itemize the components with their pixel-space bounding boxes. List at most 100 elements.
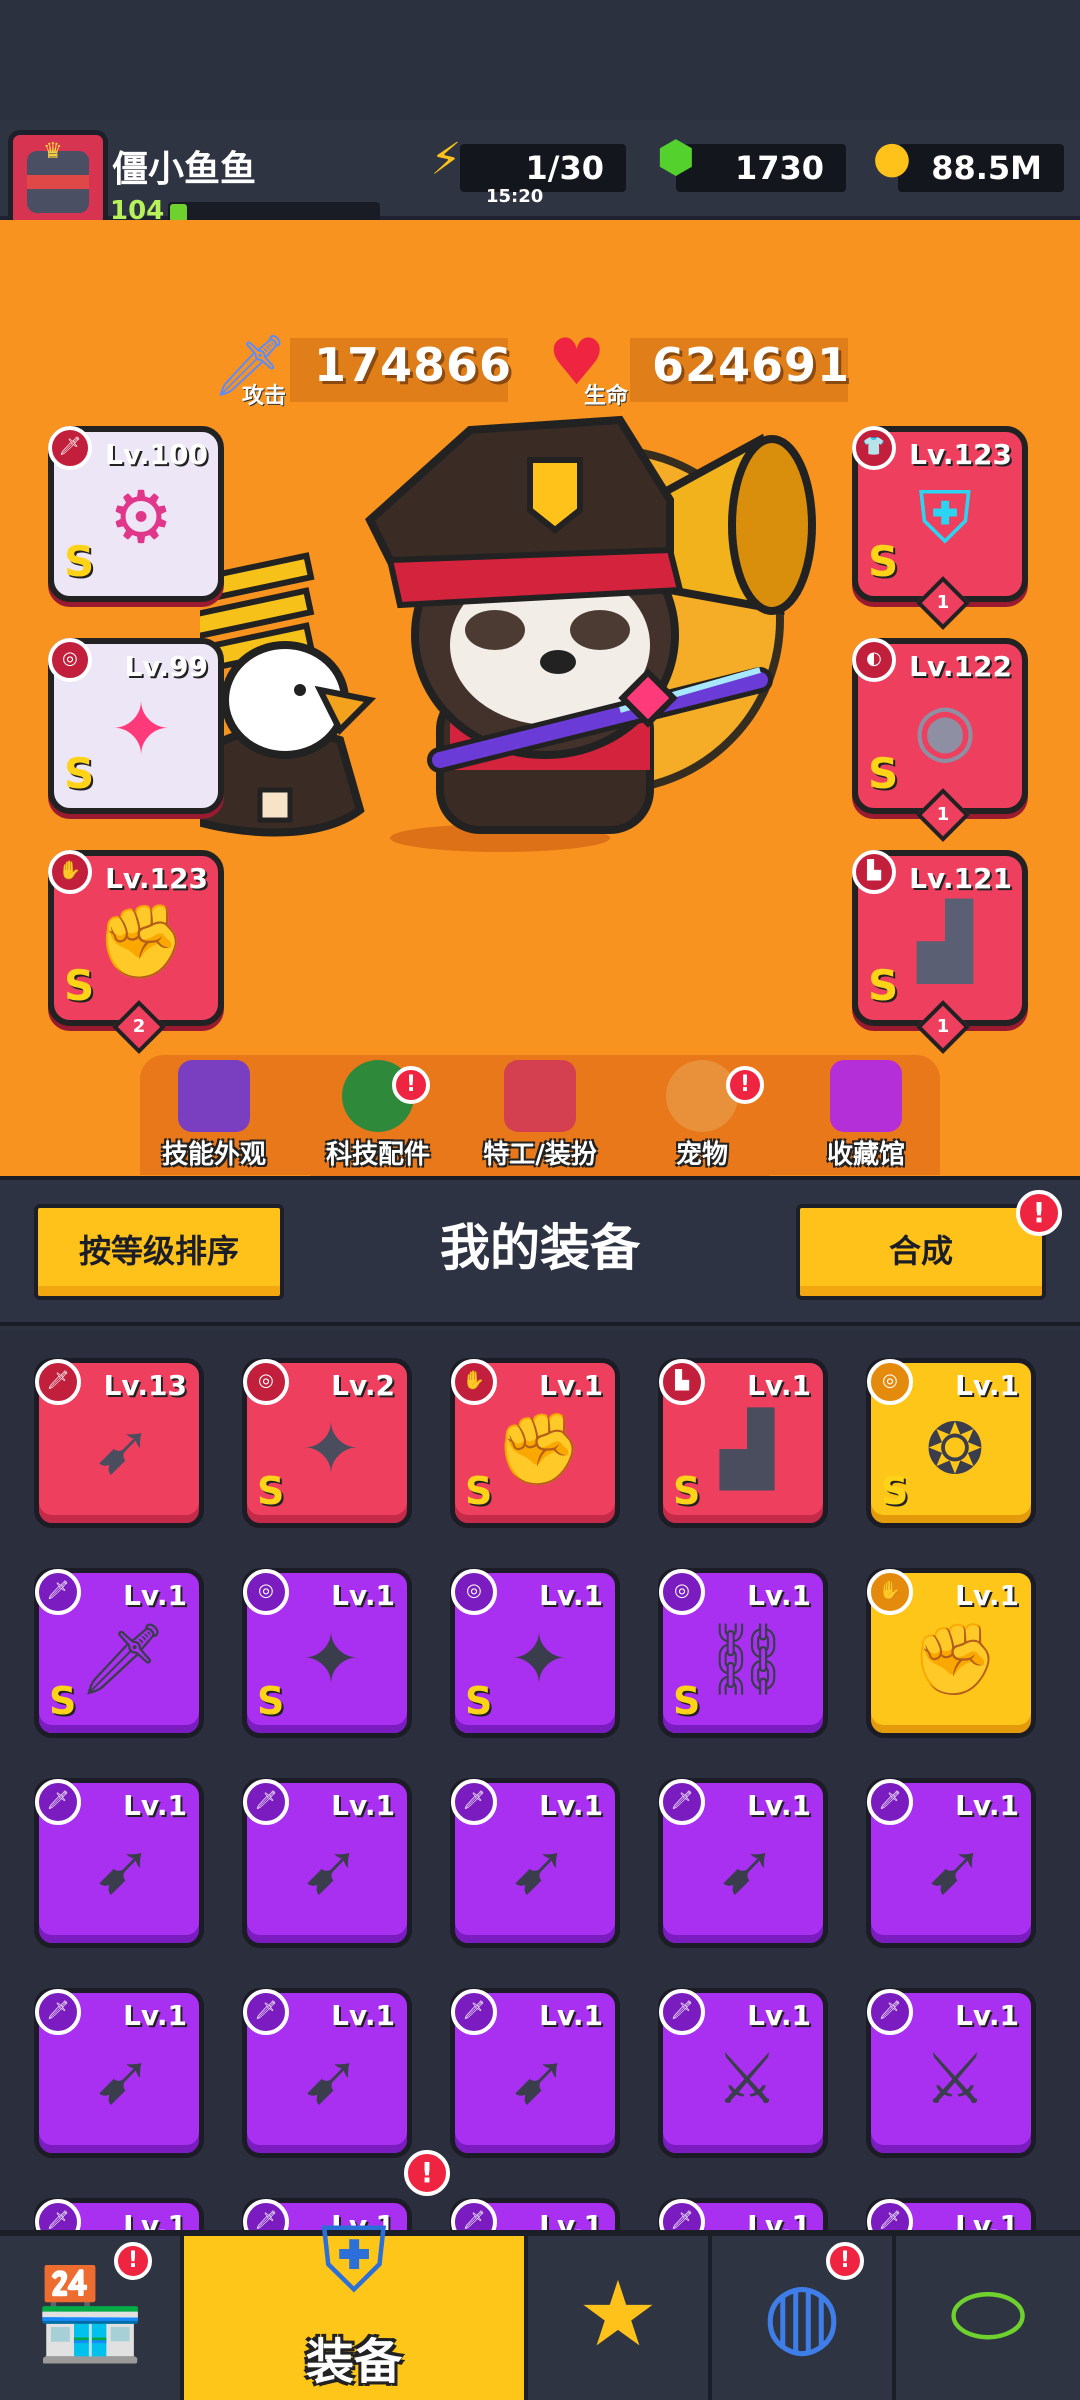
sort-by-level-button[interactable]: 按等级排序 xyxy=(34,1204,284,1300)
alert-icon: ! xyxy=(392,1066,430,1104)
katana-icon: ⚔ xyxy=(715,2038,779,2120)
chain-necklace-icon: ⛓ xyxy=(702,1618,792,1700)
inventory-item[interactable]: ✋ Lv.1 ✊ xyxy=(866,1568,1036,1738)
nav-label: 特工/装扮 xyxy=(483,1140,597,1170)
inventory-item[interactable]: ✋ Lv.1 ✊ S xyxy=(450,1358,620,1528)
inventory-item[interactable]: ◎ Lv.1 ⛓ S xyxy=(658,1568,828,1738)
kunai-icon: ➹ xyxy=(93,2038,153,2120)
shop-icon: 🏪 xyxy=(33,2262,147,2367)
inventory-item[interactable]: 🗡 Lv.1 ⚔ xyxy=(658,1988,828,2158)
item-level: Lv.1 xyxy=(747,2209,811,2230)
kunai-icon: ➹ xyxy=(93,1408,153,1490)
inventory-item[interactable]: 🗡Lv.1➹ xyxy=(242,1988,412,2158)
alert-icon: ! xyxy=(726,1066,764,1104)
attack-value: 174866 xyxy=(314,338,513,392)
equip-slot-weapon[interactable]: 🗡 Lv.100 ⚙ S xyxy=(48,426,224,602)
equip-slot-belt[interactable]: ◐ Lv.122 ◉ S 1 xyxy=(852,638,1028,842)
grade-badge: S xyxy=(673,1469,701,1513)
nav-skill-skin[interactable]: 技能外观 xyxy=(134,1060,294,1170)
skill-skin-icon xyxy=(178,1060,250,1132)
item-level: Lv.1 xyxy=(747,1999,811,2032)
inventory-item[interactable]: 🗡Lv.1➹ xyxy=(450,1988,620,2158)
tab-shop[interactable]: 🏪 xyxy=(0,2236,180,2400)
inventory-item[interactable]: 🗡 Lv.1 🗡 S xyxy=(34,1568,204,1738)
armor-category-icon: 👕 xyxy=(852,426,896,470)
star-necklace-icon: ✦ xyxy=(301,1408,361,1490)
armor-icon: ⛨ xyxy=(917,475,972,559)
equip-slot-armor[interactable]: 👕 Lv.123 ⛨ S 1 xyxy=(852,426,1028,630)
pet-icon xyxy=(666,1060,738,1132)
item-level: Lv.1 xyxy=(747,1369,811,1402)
grade-badge: S xyxy=(881,1469,909,1513)
inventory-item[interactable]: 🗡Lv.1➹ xyxy=(242,1778,412,1948)
star-planet-icon: ◍ xyxy=(762,2262,842,2367)
inventory-item[interactable]: 🗡 Lv.1 ⚔ xyxy=(866,1988,1036,2158)
inventory-grid: 🗡 Lv.13 ➹ ◎ Lv.2 ✦ S ✋ Lv.1 ✊ S ▙ Lv.1 ▟ S ◎ Lv.1 ❂ S 🗡 Lv.1… xyxy=(0,1330,1080,2230)
inventory-item[interactable]: ◎ Lv.1 ✦ S xyxy=(242,1568,412,1738)
belt-icon: ◉ xyxy=(913,687,977,771)
alert-icon: ! xyxy=(404,2150,450,2196)
grade-badge: S xyxy=(64,749,95,798)
item-level: Lv.2 xyxy=(331,1369,395,1402)
inventory-item[interactable]: ◎ Lv.2 ✦ S xyxy=(242,1358,412,1528)
inventory-item[interactable]: 🗡Lv.1➹ xyxy=(34,1988,204,2158)
item-level: Lv.1 xyxy=(123,1579,187,1612)
inventory-item[interactable]: 🗡Lv.1➹ xyxy=(658,2198,828,2230)
item-level: Lv.1 xyxy=(539,1369,603,1402)
kunai-icon: ➹ xyxy=(301,1828,361,1910)
kunai-icon: ➹ xyxy=(509,1828,569,1910)
tab-equipment[interactable]: ⛨ 装备 xyxy=(184,2208,524,2400)
inventory-item[interactable]: 🗡Lv.1➹ xyxy=(450,1778,620,1948)
player-avatar[interactable]: ♛ xyxy=(8,130,108,230)
item-category-icon: 🗡 xyxy=(659,2199,705,2230)
tab-planet[interactable]: ◍ xyxy=(712,2236,892,2400)
crossed-swords-star-icon: ★ xyxy=(577,2262,659,2367)
star-necklace-icon: ✦ xyxy=(509,1618,569,1700)
item-level: Lv.1 xyxy=(539,1579,603,1612)
nav-agent[interactable]: 特工/装扮 xyxy=(460,1060,620,1170)
coin-icon[interactable]: ● xyxy=(862,132,922,192)
alert-icon: ! xyxy=(826,2242,864,2280)
flame-sword-icon: 🗡 xyxy=(78,1618,168,1700)
equip-slot-gloves[interactable]: ✋ Lv.123 ✊ S 2 xyxy=(48,850,224,1054)
grade-badge: S xyxy=(49,1679,77,1723)
inventory-item[interactable]: 🗡Lv.1➹ xyxy=(866,2198,1036,2230)
avatar-headband xyxy=(27,175,89,189)
inventory-item[interactable]: ◎ Lv.1 ✦ S xyxy=(450,1568,620,1738)
gauntlet-icon: ✊ xyxy=(495,1408,583,1490)
inventory-item[interactable]: 🗡 Lv.13 ➹ xyxy=(34,1358,204,1528)
inventory-item[interactable]: 🗡Lv.1➹ xyxy=(866,1778,1036,1948)
hero-character[interactable] xyxy=(200,390,880,950)
inventory-item[interactable]: ▙ Lv.1 ▟ S xyxy=(658,1358,828,1528)
inventory-item[interactable]: 🗡Lv.1➹ xyxy=(658,1778,828,1948)
nav-label: 宠物 xyxy=(675,1140,728,1170)
inventory-item[interactable]: ◎ Lv.1 ❂ S xyxy=(866,1358,1036,1528)
inventory-item[interactable]: 🗡Lv.1➹ xyxy=(34,2198,204,2230)
gauntlet-icon: ✊ xyxy=(96,899,186,983)
equip-level: Lv.121 xyxy=(909,862,1012,895)
gem-icon[interactable]: ⬢ xyxy=(646,132,706,192)
energy-timer: 15:20 xyxy=(486,186,544,207)
tab-dna[interactable]: ⬭ xyxy=(896,2236,1080,2400)
dna-capsule-icon: ⬭ xyxy=(949,2262,1027,2367)
nav-label: 科技配件 xyxy=(325,1140,430,1170)
equip-level: Lv.122 xyxy=(909,650,1012,683)
item-level: Lv.1 xyxy=(331,1579,395,1612)
item-category-icon: 🗡 xyxy=(867,2199,913,2230)
kunai-icon: ➹ xyxy=(925,1828,985,1910)
lightning-icon[interactable]: ⚡ xyxy=(416,134,476,194)
equip-slot-necklace[interactable]: ◎ Lv.99 ✦ S xyxy=(48,638,224,814)
star-necklace-icon: ✦ xyxy=(301,1618,361,1700)
nav-tech-parts[interactable]: 科技配件 xyxy=(298,1060,458,1170)
boots-icon: ▟ xyxy=(720,1408,774,1490)
katana-icon: ⚔ xyxy=(923,2038,987,2120)
item-level: Lv.1 xyxy=(747,1789,811,1822)
tab-battle[interactable]: ★ xyxy=(528,2236,708,2400)
inventory-item[interactable]: 🗡Lv.1➹ xyxy=(34,1778,204,1948)
equip-slot-boots[interactable]: ▙ Lv.121 ▟ S 1 xyxy=(852,850,1028,1054)
nav-collection[interactable]: 收藏馆 xyxy=(786,1060,946,1170)
grade-badge: S xyxy=(257,1679,285,1723)
merge-button[interactable]: 合成 xyxy=(796,1204,1046,1300)
item-level: Lv.1 xyxy=(955,1579,1019,1612)
grade-badge: S xyxy=(868,749,899,798)
